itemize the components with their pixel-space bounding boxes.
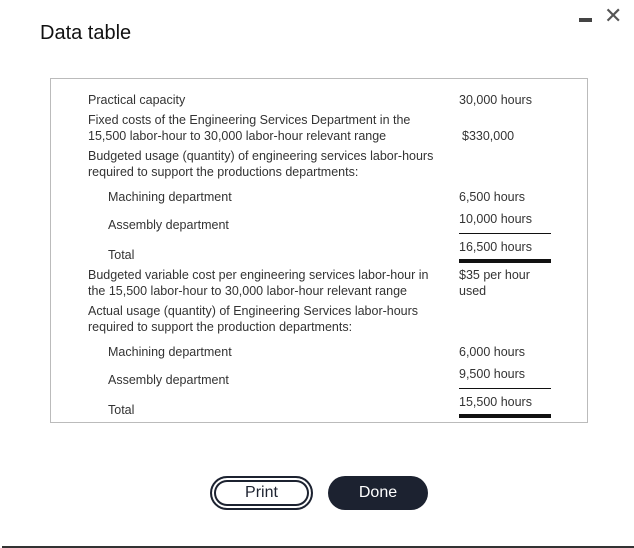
dialog-title: Data table	[40, 22, 132, 44]
budgeted-usage-label-2: required to support the productions depa…	[88, 165, 359, 179]
practical-capacity-value: 30,000 hours	[459, 93, 532, 107]
budgeted-total-value: 16,500 hours	[459, 239, 551, 263]
budgeted-total-label: Total	[108, 248, 135, 262]
variable-cost-value-1: $35 per hour	[459, 268, 530, 282]
budgeted-usage-label-1: Budgeted usage (quantity) of engineering…	[88, 149, 434, 163]
variable-cost-label-1: Budgeted variable cost per engineering s…	[88, 268, 429, 282]
done-button[interactable]: Done	[328, 476, 428, 510]
variable-cost-value-2: used	[459, 284, 487, 298]
variable-cost-label-2: the 15,500 labor-hour to 30,000 labor-ho…	[88, 284, 407, 298]
actual-usage-label-1: Actual usage (quantity) of Engineering S…	[88, 304, 419, 318]
budgeted-assembly-label: Assembly department	[108, 218, 229, 232]
budgeted-assembly-value: 10,000 hours	[459, 211, 551, 234]
data-table-dialog: Data table ✕ Practical capacity 30,000 h…	[0, 0, 634, 548]
fixed-costs-value: $330,000	[462, 129, 515, 143]
actual-machining-label: Machining department	[108, 345, 232, 359]
actual-total-label: Total	[108, 403, 135, 417]
data-table: Practical capacity 30,000 hours Fixed co…	[50, 78, 588, 423]
practical-capacity-label: Practical capacity	[88, 93, 186, 107]
budgeted-machining-label: Machining department	[108, 190, 232, 204]
print-button[interactable]: Print	[210, 476, 313, 510]
close-icon[interactable]: ✕	[604, 5, 622, 27]
actual-usage-label-2: required to support the production depar…	[88, 320, 353, 334]
actual-assembly-value: 9,500 hours	[459, 366, 551, 389]
actual-assembly-label: Assembly department	[108, 373, 229, 387]
fixed-costs-label-2: 15,500 labor-hour to 30,000 labor-hour r…	[88, 129, 387, 143]
actual-machining-value: 6,000 hours	[459, 345, 526, 359]
fixed-costs-label-1: Fixed costs of the Engineering Services …	[88, 113, 411, 127]
actual-total-value: 15,500 hours	[459, 394, 551, 418]
minimize-icon[interactable]	[579, 18, 592, 22]
budgeted-machining-value: 6,500 hours	[459, 190, 526, 204]
